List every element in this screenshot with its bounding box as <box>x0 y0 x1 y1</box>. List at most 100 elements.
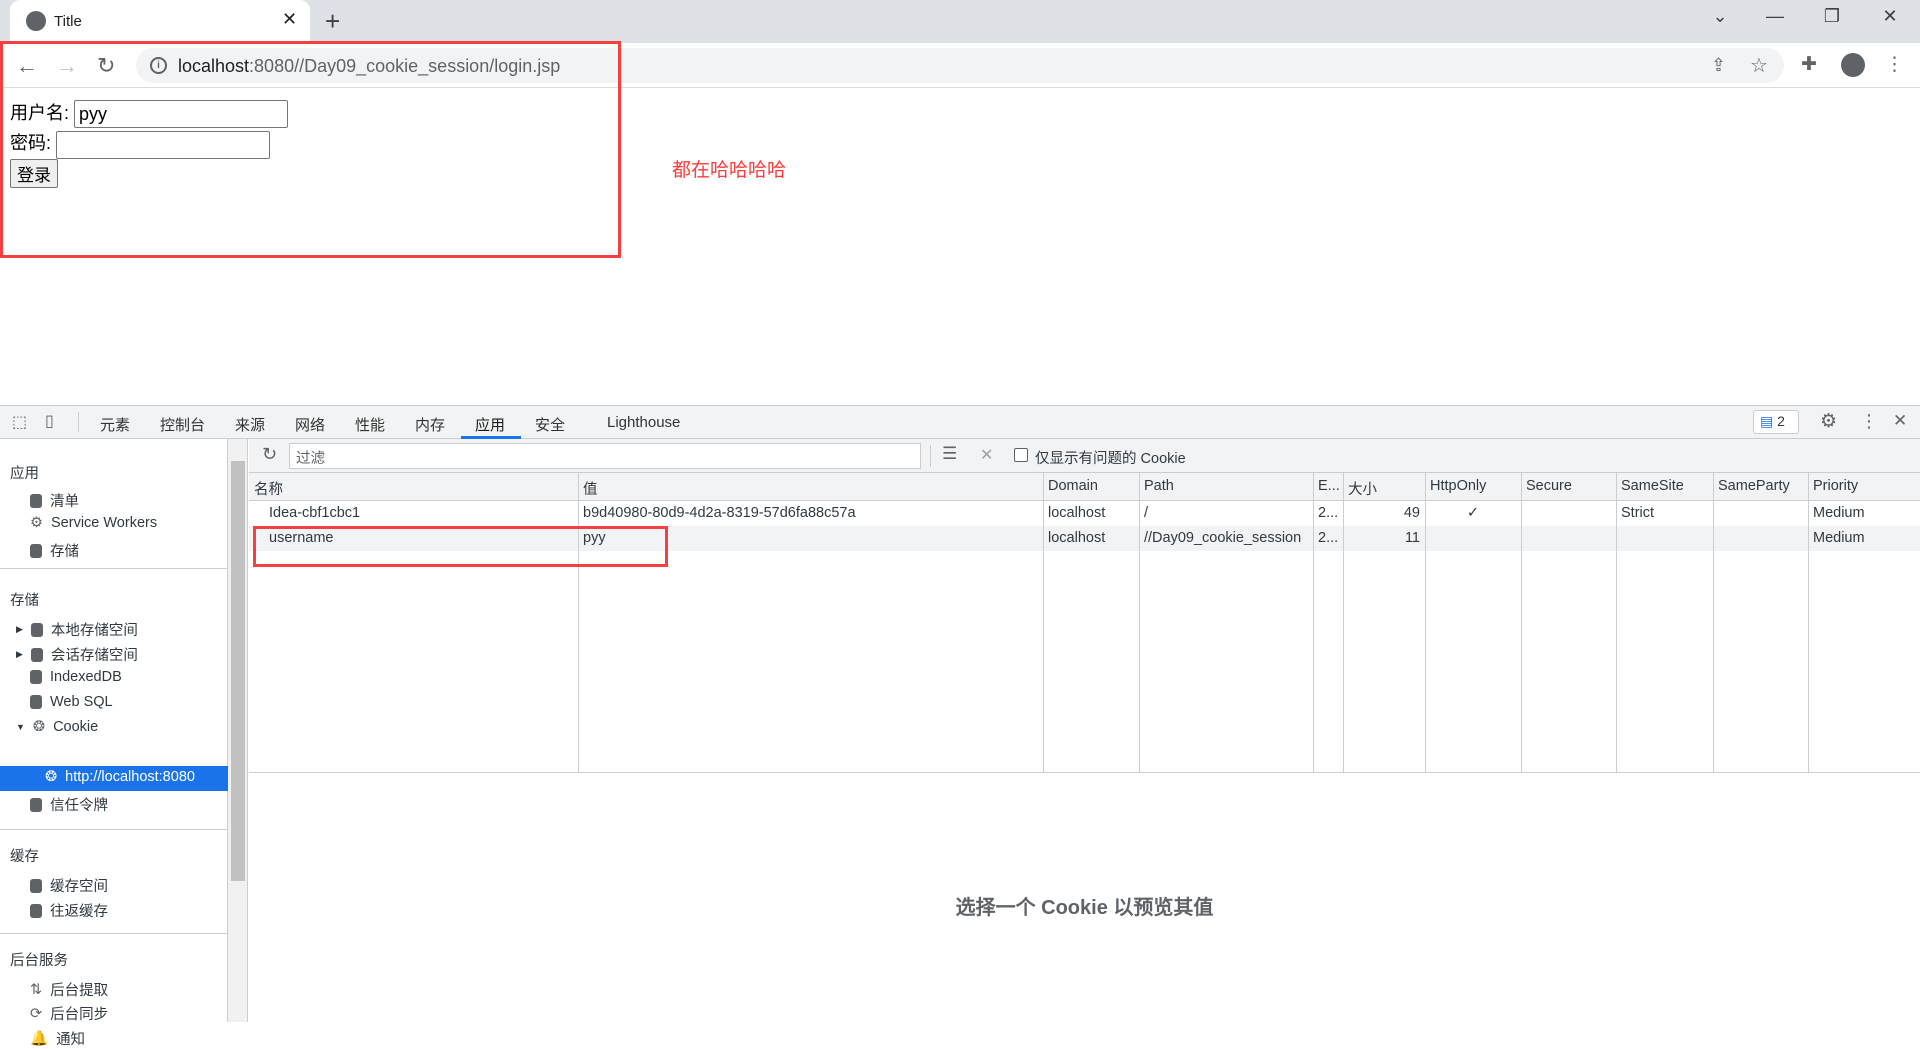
tab-security[interactable]: 安全 <box>535 414 565 435</box>
cell-domain: localhost <box>1048 505 1106 521</box>
expand-arrow-icon: ▶ <box>16 624 23 634</box>
column-divider[interactable] <box>1808 473 1809 773</box>
sidebar-item-session-storage[interactable]: ▶ 会话存储空间 <box>16 644 138 665</box>
restore-button[interactable]: ❐ <box>1812 6 1852 27</box>
grid-icon <box>30 647 43 662</box>
login-button[interactable]: 登录 <box>10 158 58 188</box>
column-header-name[interactable]: 名称 <box>249 473 578 501</box>
sidebar-item-manifest[interactable]: 清单 <box>30 490 79 511</box>
bell-icon: 🔔 <box>30 1031 49 1047</box>
column-header-priority[interactable]: Priority <box>1808 473 1920 501</box>
tab-sources[interactable]: 来源 <box>235 414 265 435</box>
refresh-icon[interactable]: ↻ <box>262 444 277 465</box>
password-input[interactable] <box>56 130 271 159</box>
cell-samesite <box>1616 526 1713 551</box>
browser-tab[interactable]: Title ✕ <box>10 0 310 43</box>
tab-elements[interactable]: 元素 <box>100 414 130 435</box>
database-icon <box>30 543 42 558</box>
tab-application[interactable]: 应用 <box>475 414 505 435</box>
clear-filtered-icon[interactable]: ☰ <box>942 444 957 464</box>
sidebar-item-websql[interactable]: Web SQL <box>30 694 113 710</box>
collapse-arrow-icon: ▼ <box>16 722 25 732</box>
info-icon[interactable]: i <box>150 57 167 74</box>
column-header-size[interactable]: 大小 <box>1343 473 1425 501</box>
cell-expires: 2... <box>1318 505 1339 521</box>
sidebar-item-storage[interactable]: 存储 <box>30 540 79 561</box>
back-icon[interactable]: ← <box>16 53 38 79</box>
forward-icon[interactable]: → <box>56 53 78 79</box>
sidebar-item-bfcache[interactable]: 往返缓存 <box>30 900 108 921</box>
sidebar-item-background-fetch[interactable]: ⇅ 后台提取 <box>30 979 108 1000</box>
close-window-button[interactable]: ✕ <box>1870 6 1910 27</box>
section-cache: 缓存 <box>10 849 39 865</box>
new-tab-button[interactable]: + <box>325 6 340 37</box>
close-devtools-icon[interactable]: ✕ <box>1893 411 1907 431</box>
column-header-secure[interactable]: Secure <box>1521 473 1616 501</box>
sidebar-item-notifications[interactable]: 🔔 通知 <box>30 1028 85 1049</box>
tab-network[interactable]: 网络 <box>295 414 325 435</box>
extensions-icon[interactable]: ✚ <box>1801 53 1817 76</box>
cell-sameparty <box>1713 501 1808 526</box>
tab-console[interactable]: 控制台 <box>160 414 205 435</box>
cell-path: / <box>1144 505 1149 521</box>
tab-search-icon[interactable]: ⌄ <box>1700 6 1740 27</box>
sync-icon: ⟳ <box>30 1005 43 1022</box>
filter-input[interactable]: 过滤 <box>289 443 921 469</box>
column-divider[interactable] <box>1139 473 1140 773</box>
cell-httponly <box>1425 526 1521 551</box>
tab-title: Title <box>54 13 82 30</box>
column-divider[interactable] <box>1043 473 1044 773</box>
cell-secure <box>1521 526 1616 551</box>
column-header-domain[interactable]: Domain <box>1043 473 1139 501</box>
more-options-icon[interactable]: ⋮ <box>1860 411 1878 432</box>
sidebar-item-cookie-localhost[interactable]: ❂ http://localhost:8080 <box>45 769 195 785</box>
column-header-value[interactable]: 值 <box>578 473 1043 501</box>
share-icon[interactable]: ⇪ <box>1711 55 1726 76</box>
issues-count: 2 <box>1777 413 1785 429</box>
database-icon <box>30 903 42 918</box>
sidebar-item-trust-tokens[interactable]: 信任令牌 <box>30 794 108 815</box>
column-header-path[interactable]: Path <box>1139 473 1313 501</box>
profile-avatar-icon[interactable] <box>1841 53 1865 77</box>
cookie-row[interactable]: username pyy localhost //Day09_cookie_sessi… <box>249 526 1920 551</box>
database-icon <box>30 797 42 812</box>
cookie-row[interactable]: Idea-cbf1cbc1 b9d40980-80d9-4d2a-8319-57d… <box>249 501 1920 526</box>
tab-memory[interactable]: 内存 <box>415 414 445 435</box>
tab-performance[interactable]: 性能 <box>355 414 385 435</box>
device-toolbar-icon[interactable]: ▯ <box>45 411 54 431</box>
column-divider[interactable] <box>1313 473 1314 773</box>
navigation-bar: ← → ↻ i localhost:8080//Day09_cookie_ses… <box>0 43 1920 88</box>
column-header-sameparty[interactable]: SameParty <box>1713 473 1808 501</box>
tab-lighthouse[interactable]: Lighthouse <box>607 414 680 431</box>
only-issues-checkbox[interactable] <box>1014 448 1028 462</box>
sidebar-item-local-storage[interactable]: ▶ 本地存储空间 <box>16 619 138 640</box>
cell-name: username <box>269 530 334 546</box>
delete-selected-icon[interactable]: ✕ <box>980 445 993 465</box>
column-header-expires[interactable]: E... <box>1313 473 1343 501</box>
column-divider[interactable] <box>1616 473 1617 773</box>
settings-gear-icon[interactable]: ⚙ <box>1820 410 1837 433</box>
section-background-services: 后台服务 <box>10 953 68 969</box>
column-header-httponly[interactable]: HttpOnly <box>1425 473 1521 501</box>
section-storage: 存储 <box>10 593 39 609</box>
bookmark-star-icon[interactable]: ☆ <box>1750 53 1768 78</box>
sidebar-scroll-thumb[interactable] <box>231 461 245 881</box>
minimize-button[interactable]: — <box>1755 6 1795 27</box>
address-bar[interactable]: i localhost:8080//Day09_cookie_session/l… <box>136 48 1784 83</box>
reload-icon[interactable]: ↻ <box>97 53 115 79</box>
username-input[interactable] <box>74 100 289 129</box>
sidebar-item-cookie[interactable]: ▼ ❂ Cookie <box>16 719 98 735</box>
column-header-samesite[interactable]: SameSite <box>1616 473 1713 501</box>
column-divider[interactable] <box>1521 473 1522 773</box>
menu-icon[interactable]: ⋮ <box>1885 53 1904 76</box>
sidebar-item-cache-storage[interactable]: 缓存空间 <box>30 875 108 896</box>
close-tab-icon[interactable]: ✕ <box>282 9 297 30</box>
issues-button[interactable]: ▤ 2 <box>1753 410 1799 434</box>
sidebar-item-service-workers[interactable]: ⚙ Service Workers <box>30 515 157 531</box>
inspect-element-icon[interactable]: ⬚ <box>12 412 27 432</box>
column-divider[interactable] <box>1425 473 1426 773</box>
sidebar-item-indexeddb[interactable]: IndexedDB <box>30 669 122 685</box>
column-divider[interactable] <box>578 473 579 773</box>
column-divider[interactable] <box>1713 473 1714 773</box>
column-divider[interactable] <box>1343 473 1344 773</box>
